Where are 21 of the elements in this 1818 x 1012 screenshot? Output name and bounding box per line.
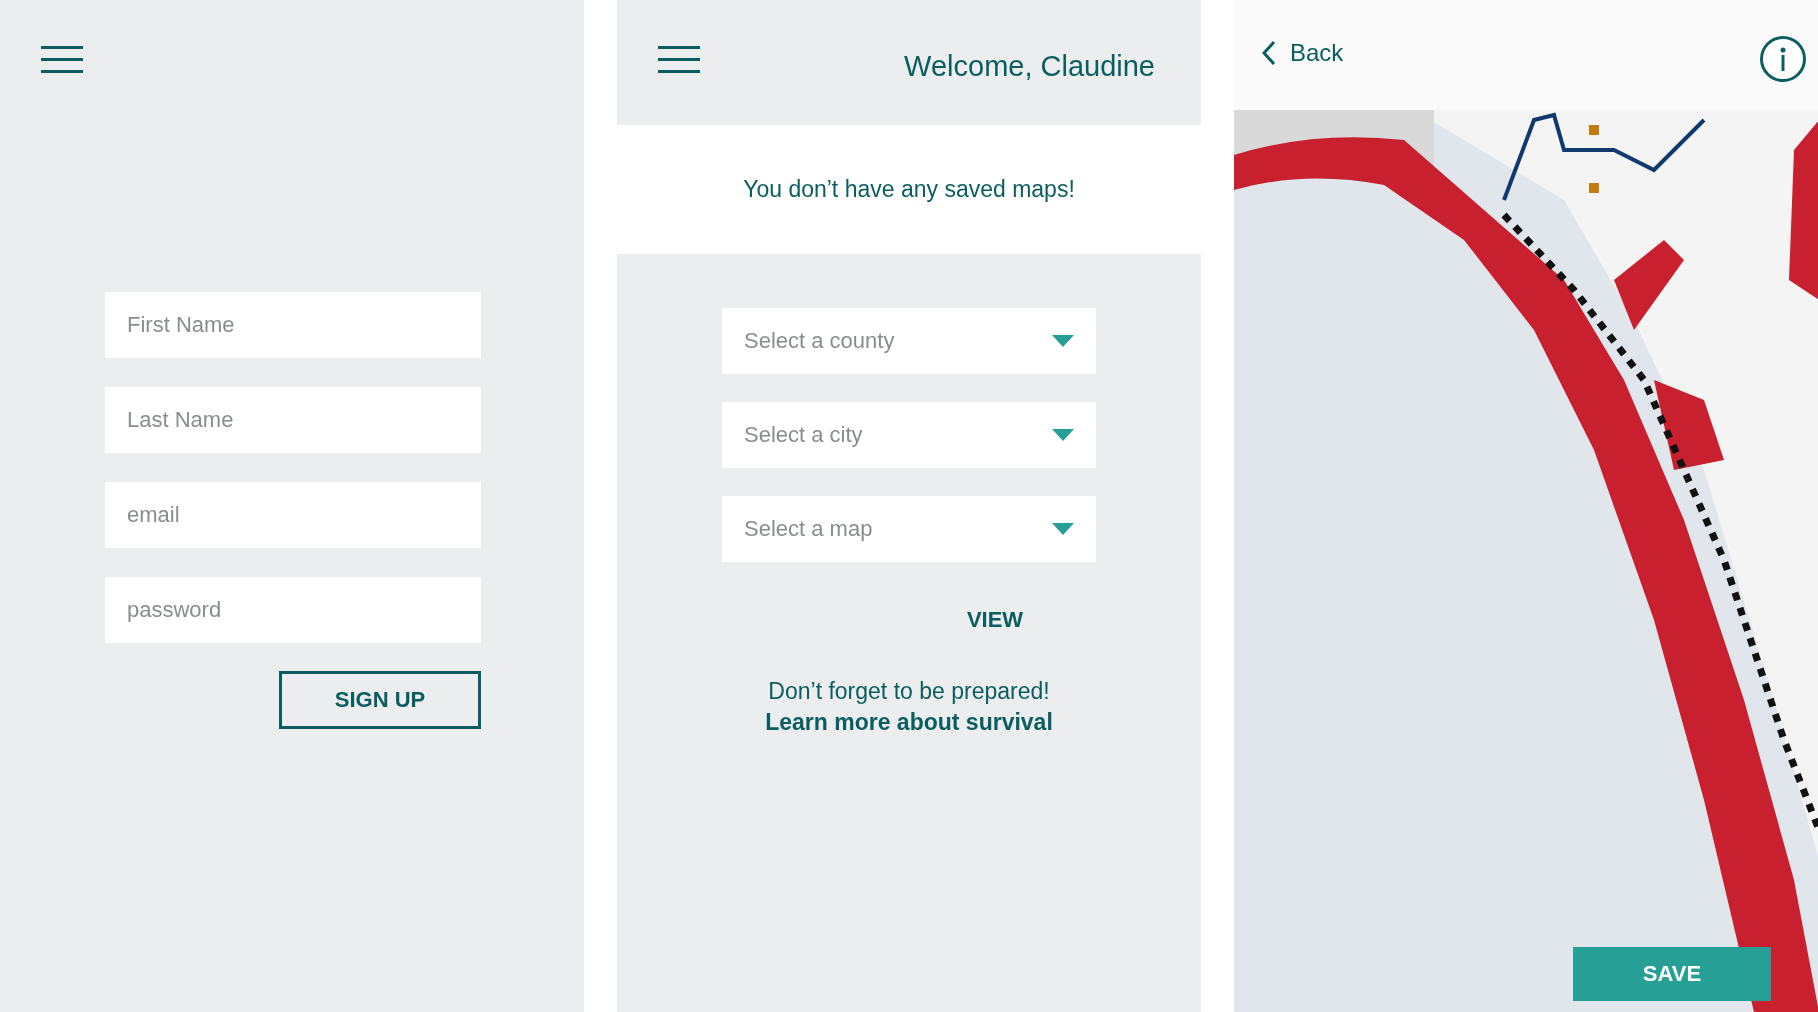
view-button[interactable]: VIEW: [960, 606, 1030, 634]
caret-icon: [1052, 429, 1074, 441]
caret-icon: [1052, 523, 1074, 535]
chevron-left-icon: [1262, 40, 1276, 66]
text-field[interactable]: Last Name: [105, 387, 481, 453]
text-field[interactable]: password: [105, 577, 481, 643]
text-field[interactable]: email: [105, 482, 481, 548]
info-icon: [1778, 47, 1788, 71]
notice-text: You don’t have any saved maps!: [743, 176, 1075, 203]
sign-up-button[interactable]: SIGN UP: [279, 671, 481, 729]
welcome-title: Welcome, Claudine: [904, 50, 1155, 83]
back-button[interactable]: Back: [1256, 38, 1350, 68]
text-field[interactable]: First Name: [105, 292, 481, 358]
select-dropdown[interactable]: Select a map: [722, 496, 1096, 562]
menu-icon[interactable]: [658, 46, 700, 74]
select-dropdown[interactable]: Select a city: [722, 402, 1096, 468]
reminder-text: Don’t forget to be prepared! Learn more about survival: [764, 677, 1054, 737]
select-dropdown[interactable]: Select a county: [722, 308, 1096, 374]
survival-link[interactable]: Learn more about survival: [765, 709, 1053, 735]
caret-icon: [1052, 335, 1074, 347]
menu-icon[interactable]: [41, 46, 83, 74]
